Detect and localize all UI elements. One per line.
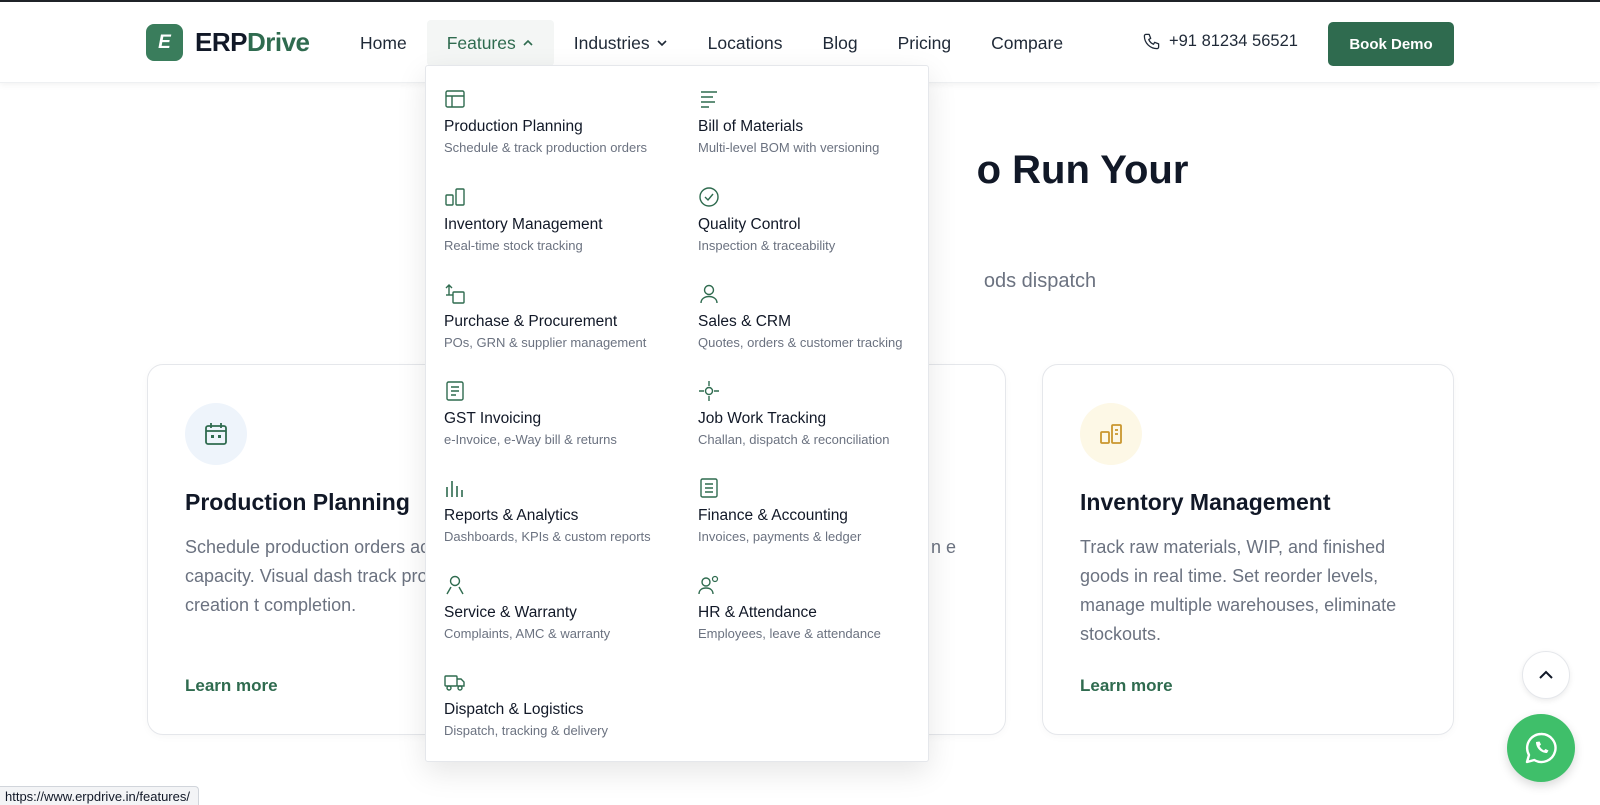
nav-blog[interactable]: Blog: [803, 20, 878, 66]
logo-mark-icon: E: [146, 24, 183, 61]
layout-icon: [445, 90, 465, 108]
service-user-icon: [446, 575, 464, 595]
dropdown-item-dispatch-logistics[interactable]: Dispatch & Logistics Dispatch, tracking …: [444, 671, 684, 751]
purchase-icon: [445, 284, 465, 304]
bar-chart-icon: [446, 481, 463, 497]
user-icon: [700, 284, 718, 304]
logo-text: ERPDrive: [195, 27, 310, 57]
phone-link[interactable]: +91 81234 56521: [1142, 32, 1298, 51]
nav-features[interactable]: Features: [426, 20, 554, 66]
dropdown-item-production-planning[interactable]: Production Planning Schedule & track pro…: [444, 88, 684, 168]
book-demo-button[interactable]: Book Demo: [1328, 22, 1454, 66]
dropdown-item-finance-accounting[interactable]: Finance & Accounting Invoices, payments …: [698, 477, 938, 557]
calendar-icon: [205, 423, 227, 445]
dropdown-item-bill-of-materials[interactable]: Bill of Materials Multi-level BOM with v…: [698, 88, 938, 168]
site-logo[interactable]: E ERPDrive: [146, 24, 310, 61]
card-title: Production Planning: [185, 489, 410, 515]
nav-industries[interactable]: Industries: [554, 20, 688, 66]
card-description: Track raw materials, WIP, and finished g…: [1080, 537, 1397, 644]
feature-card-inventory: Inventory Management Track raw materials…: [1042, 364, 1454, 735]
learn-more-link[interactable]: Learn more: [1080, 676, 1173, 696]
dropdown-item-inventory-management[interactable]: Inventory Management Real-time stock tra…: [444, 186, 684, 266]
status-bar-url: https://www.erpdrive.in/features/: [0, 786, 199, 805]
list-icon: [701, 91, 717, 108]
chevron-up-icon: [523, 39, 533, 46]
whatsapp-icon: [1525, 732, 1557, 764]
document-icon: [446, 381, 464, 401]
inventory-icon: [445, 188, 465, 206]
learn-more-link[interactable]: Learn more: [185, 676, 278, 696]
inventory-icon: [1100, 424, 1122, 444]
dropdown-item-reports-analytics[interactable]: Reports & Analytics Dashboards, KPIs & c…: [444, 477, 684, 557]
card-title: Inventory Management: [1080, 489, 1331, 515]
nav-home[interactable]: Home: [340, 20, 427, 66]
chevron-up-icon: [1539, 670, 1553, 679]
dropdown-item-gst-invoicing[interactable]: GST Invoicing e-Invoice, e-Way bill & re…: [444, 380, 684, 460]
main-nav: Home Features Industries Locations Blog …: [340, 20, 1083, 66]
nav-compare[interactable]: Compare: [971, 20, 1083, 66]
crosshair-icon: [699, 381, 719, 401]
scroll-to-top-button[interactable]: [1522, 651, 1570, 699]
receipt-icon: [700, 478, 718, 498]
nav-pricing[interactable]: Pricing: [878, 20, 972, 66]
nav-locations[interactable]: Locations: [688, 20, 803, 66]
chevron-down-icon: [657, 40, 667, 47]
check-circle-icon: [699, 187, 719, 207]
dropdown-item-sales-crm[interactable]: Sales & CRM Quotes, orders & customer tr…: [698, 283, 938, 363]
dropdown-item-hr-attendance[interactable]: HR & Attendance Employees, leave & atten…: [698, 574, 938, 654]
dropdown-item-purchase-procurement[interactable]: Purchase & Procurement POs, GRN & suppli…: [444, 283, 684, 363]
dropdown-item-job-work-tracking[interactable]: Job Work Tracking Challan, dispatch & re…: [698, 380, 938, 460]
truck-icon: [444, 675, 465, 691]
card-icon-wrap: [1080, 403, 1142, 465]
features-dropdown: Production Planning Schedule & track pro…: [425, 65, 929, 762]
dropdown-item-service-warranty[interactable]: Service & Warranty Complaints, AMC & war…: [444, 574, 684, 654]
users-icon: [698, 575, 719, 595]
phone-icon: [1143, 33, 1160, 50]
card-icon-wrap: [185, 403, 247, 465]
dropdown-item-quality-control[interactable]: Quality Control Inspection & traceabilit…: [698, 186, 938, 266]
whatsapp-button[interactable]: [1507, 714, 1575, 782]
